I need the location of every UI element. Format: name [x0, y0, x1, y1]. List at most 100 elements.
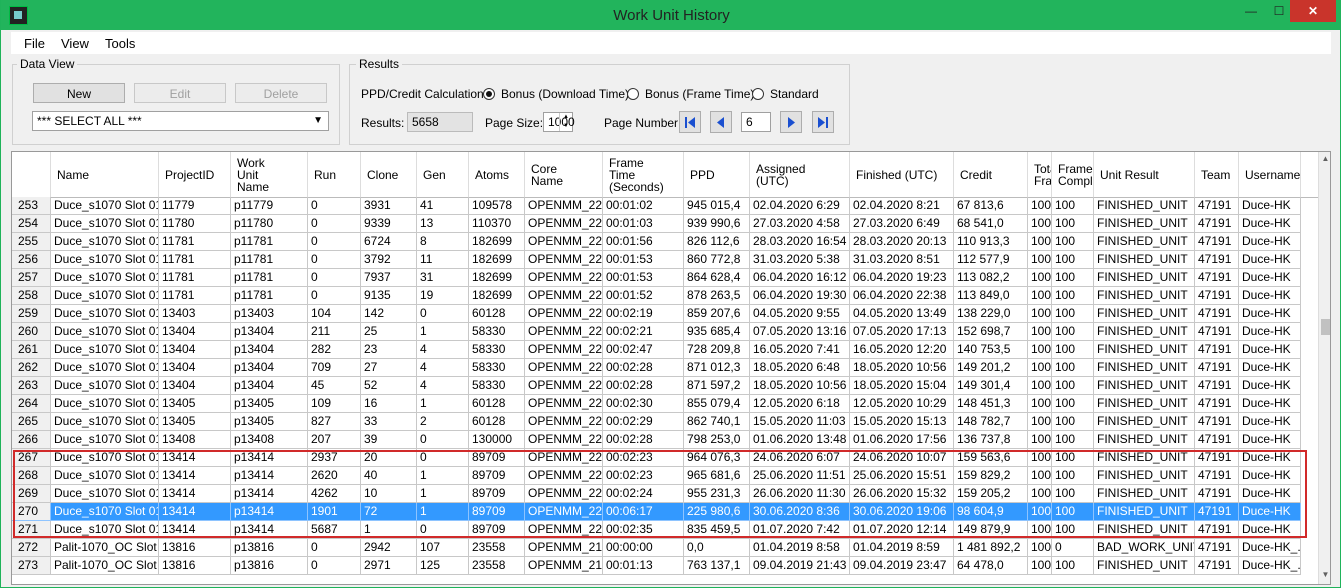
cell-name[interactable]: Duce_s1070 Slot 01: [51, 197, 159, 215]
cell-run[interactable]: 0: [308, 251, 361, 269]
cell-name[interactable]: Duce_s1070 Slot 01: [51, 359, 159, 377]
cell-frame-time[interactable]: 00:02:23: [603, 467, 684, 485]
table-row[interactable]: 256 Duce_s1070 Slot 01 11781 p11781 0 3792 11 1…: [12, 251, 1318, 269]
cell-core-name[interactable]: OPENMM_22: [525, 431, 603, 449]
column-header-project-id[interactable]: ProjectID: [159, 152, 231, 197]
cell-work-unit-name[interactable]: p13816: [231, 557, 308, 575]
column-header-clone[interactable]: Clone: [361, 152, 417, 197]
minimize-button[interactable]: —: [1237, 0, 1265, 22]
cell-finished[interactable]: 28.03.2020 20:13: [850, 233, 954, 251]
table-row[interactable]: 272 Palit-1070_OC Slot ... 13816 p13816 0 294…: [12, 539, 1318, 557]
cell-frame-time[interactable]: 00:02:19: [603, 305, 684, 323]
cell-unit-result[interactable]: FINISHED_UNIT: [1094, 377, 1195, 395]
vertical-scrollbar[interactable]: ▲ ▼: [1318, 152, 1330, 584]
cell-assigned[interactable]: 28.03.2020 16:54: [750, 233, 850, 251]
cell-gen[interactable]: 1: [417, 395, 469, 413]
cell-work-unit-name[interactable]: p13414: [231, 467, 308, 485]
scroll-up-icon[interactable]: ▲: [1319, 154, 1330, 168]
cell-frames-completed[interactable]: 100: [1052, 287, 1094, 305]
cell-name[interactable]: Duce_s1070 Slot 01: [51, 395, 159, 413]
cell-atoms[interactable]: 89709: [469, 449, 525, 467]
cell-credit[interactable]: 68 541,0: [954, 215, 1028, 233]
cell-atoms[interactable]: 89709: [469, 485, 525, 503]
cell-gen[interactable]: 0: [417, 431, 469, 449]
cell-total-frames[interactable]: 100: [1028, 557, 1052, 575]
cell-ppd[interactable]: 965 681,6: [684, 467, 750, 485]
cell-clone[interactable]: 3931: [361, 197, 417, 215]
table-row[interactable]: 258 Duce_s1070 Slot 01 11781 p11781 0 9135 19 1…: [12, 287, 1318, 305]
menu-file[interactable]: File: [24, 36, 45, 51]
cell-name[interactable]: Duce_s1070 Slot 01: [51, 521, 159, 539]
cell-clone[interactable]: 6724: [361, 233, 417, 251]
cell-row-header[interactable]: 253: [12, 197, 51, 215]
cell-ppd[interactable]: 862 740,1: [684, 413, 750, 431]
column-header-team[interactable]: Team: [1195, 152, 1239, 197]
cell-row-header[interactable]: 264: [12, 395, 51, 413]
cell-run[interactable]: 709: [308, 359, 361, 377]
cell-team[interactable]: 47191: [1195, 287, 1239, 305]
cell-unit-result[interactable]: FINISHED_UNIT: [1094, 485, 1195, 503]
cell-username[interactable]: Duce-HK: [1239, 431, 1301, 449]
cell-frames-completed[interactable]: 0: [1052, 539, 1094, 557]
cell-core-name[interactable]: OPENMM_22: [525, 341, 603, 359]
cell-name[interactable]: Duce_s1070 Slot 01: [51, 269, 159, 287]
cell-frames-completed[interactable]: 100: [1052, 305, 1094, 323]
cell-run[interactable]: 1901: [308, 503, 361, 521]
cell-frame-time[interactable]: 00:02:24: [603, 485, 684, 503]
cell-unit-result[interactable]: FINISHED_UNIT: [1094, 557, 1195, 575]
column-header-work-unit-name[interactable]: Work Unit Name: [231, 152, 308, 197]
cell-username[interactable]: Duce-HK: [1239, 287, 1301, 305]
cell-credit[interactable]: 112 577,9: [954, 251, 1028, 269]
column-header-frame-time[interactable]: Frame Time (Seconds): [603, 152, 684, 197]
cell-core-name[interactable]: OPENMM_22: [525, 377, 603, 395]
cell-assigned[interactable]: 18.05.2020 6:48: [750, 359, 850, 377]
column-header-assigned[interactable]: Assigned (UTC): [750, 152, 850, 197]
cell-total-frames[interactable]: 100: [1028, 269, 1052, 287]
cell-credit[interactable]: 149 201,2: [954, 359, 1028, 377]
cell-work-unit-name[interactable]: p13414: [231, 485, 308, 503]
cell-clone[interactable]: 10: [361, 485, 417, 503]
cell-unit-result[interactable]: FINISHED_UNIT: [1094, 215, 1195, 233]
cell-credit[interactable]: 148 451,3: [954, 395, 1028, 413]
cell-ppd[interactable]: 798 253,0: [684, 431, 750, 449]
cell-gen[interactable]: 1: [417, 503, 469, 521]
cell-project-id[interactable]: 13405: [159, 413, 231, 431]
work-unit-grid[interactable]: Name ProjectID Work Unit Name Run Clone Gen At…: [11, 151, 1331, 585]
cell-gen[interactable]: 13: [417, 215, 469, 233]
radio-bonus-frame[interactable]: [627, 88, 639, 100]
cell-row-header[interactable]: 261: [12, 341, 51, 359]
edit-button[interactable]: Edit: [134, 83, 226, 103]
table-row[interactable]: 264 Duce_s1070 Slot 01 13405 p13405 109 16 1 60…: [12, 395, 1318, 413]
cell-username[interactable]: Duce-HK: [1239, 305, 1301, 323]
column-header-total-frames[interactable]: Total Frames: [1028, 152, 1052, 197]
cell-core-name[interactable]: OPENMM_22: [525, 485, 603, 503]
cell-work-unit-name[interactable]: p13408: [231, 431, 308, 449]
table-row[interactable]: 254 Duce_s1070 Slot 01 11780 p11780 0 9339 13 1…: [12, 215, 1318, 233]
cell-row-header[interactable]: 265: [12, 413, 51, 431]
column-header-core-name[interactable]: Core Name: [525, 152, 603, 197]
cell-total-frames[interactable]: 100: [1028, 359, 1052, 377]
cell-finished[interactable]: 18.05.2020 10:56: [850, 359, 954, 377]
cell-username[interactable]: Duce-HK: [1239, 395, 1301, 413]
cell-gen[interactable]: 1: [417, 485, 469, 503]
cell-gen[interactable]: 0: [417, 521, 469, 539]
cell-assigned[interactable]: 12.05.2020 6:18: [750, 395, 850, 413]
cell-run[interactable]: 45: [308, 377, 361, 395]
cell-clone[interactable]: 16: [361, 395, 417, 413]
cell-assigned[interactable]: 09.04.2019 21:43: [750, 557, 850, 575]
cell-finished[interactable]: 02.04.2020 8:21: [850, 197, 954, 215]
cell-core-name[interactable]: OPENMM_22: [525, 449, 603, 467]
cell-team[interactable]: 47191: [1195, 377, 1239, 395]
cell-username[interactable]: Duce-HK: [1239, 215, 1301, 233]
cell-atoms[interactable]: 23558: [469, 557, 525, 575]
cell-row-header[interactable]: 263: [12, 377, 51, 395]
cell-unit-result[interactable]: FINISHED_UNIT: [1094, 431, 1195, 449]
page-number-field[interactable]: 6: [741, 112, 771, 132]
cell-ppd[interactable]: 225 980,6: [684, 503, 750, 521]
cell-work-unit-name[interactable]: p11781: [231, 287, 308, 305]
cell-gen[interactable]: 1: [417, 323, 469, 341]
cell-core-name[interactable]: OPENMM_22: [525, 467, 603, 485]
cell-frame-time[interactable]: 00:02:47: [603, 341, 684, 359]
cell-unit-result[interactable]: FINISHED_UNIT: [1094, 323, 1195, 341]
cell-unit-result[interactable]: FINISHED_UNIT: [1094, 197, 1195, 215]
